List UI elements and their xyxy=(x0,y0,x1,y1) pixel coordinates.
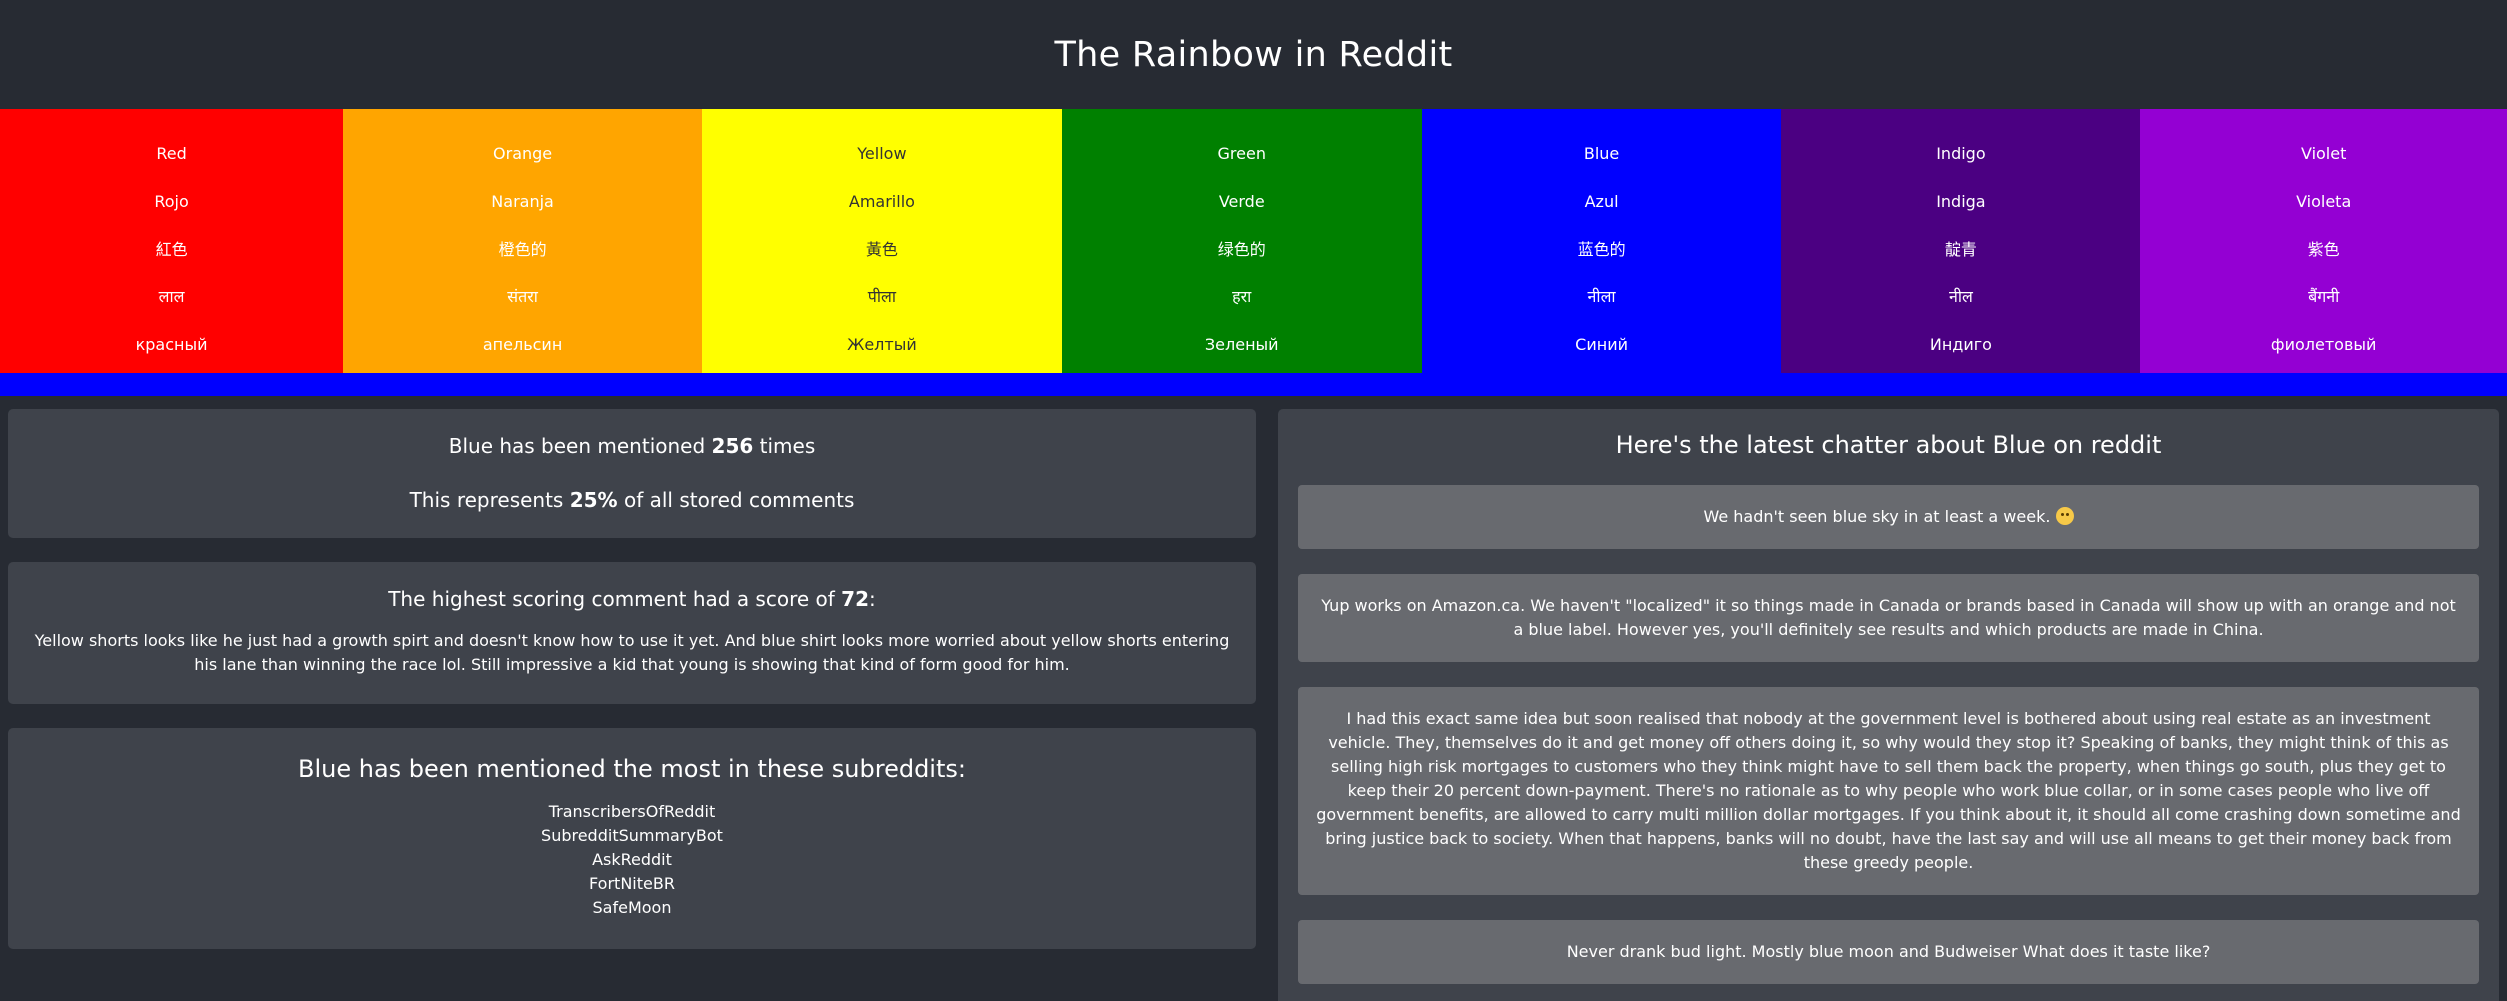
color-name-hindi: नील xyxy=(1948,287,1973,307)
subreddits-card: Blue has been mentioned the most in thes… xyxy=(8,728,1256,949)
color-name-russian: Синий xyxy=(1575,335,1628,355)
chatter-comment: Yup works on Amazon.ca. We haven't "loca… xyxy=(1298,574,2479,662)
score-suffix: : xyxy=(869,587,876,611)
top-comment-text: Yellow shorts looks like he just had a g… xyxy=(34,631,1230,674)
mention-suffix: times xyxy=(753,434,816,458)
color-name-english: Indigo xyxy=(1936,144,1986,163)
mention-stats-card: Blue has been mentioned 256 times This r… xyxy=(8,409,1256,538)
subreddit-item[interactable]: SubredditSummaryBot xyxy=(8,824,1256,848)
color-band-blue[interactable]: Blue Azul 蓝色的 नीला Синий xyxy=(1421,109,1782,373)
color-name-russian: Индиго xyxy=(1929,335,1992,355)
subreddit-item[interactable]: SafeMoon xyxy=(8,896,1256,920)
color-name-hindi: लाल xyxy=(158,287,185,307)
color-name-chinese: 紅色 xyxy=(155,239,188,259)
color-name-hindi: हरा xyxy=(1232,287,1252,307)
mention-count: 256 xyxy=(711,434,754,458)
page-header: The Rainbow in Reddit xyxy=(0,0,2507,109)
color-name-chinese: 绿色的 xyxy=(1217,239,1266,259)
main-content: Blue has been mentioned 256 times This r… xyxy=(0,396,2507,1001)
color-name-english: Yellow xyxy=(857,144,907,163)
rainbow-bar: Red Rojo 紅色 लाल красный Orange Naranja 橙… xyxy=(0,109,2507,373)
color-name-english: Green xyxy=(1217,144,1266,163)
percent-suffix: of all stored comments xyxy=(617,488,855,512)
comment-text: Yup works on Amazon.ca. We haven't "loca… xyxy=(1321,596,2456,639)
color-name-russian: Желтый xyxy=(847,335,917,355)
color-name-hindi: बैंगनी xyxy=(2308,287,2340,307)
mention-prefix: Blue has been mentioned xyxy=(448,434,712,458)
stats-column: Blue has been mentioned 256 times This r… xyxy=(8,409,1256,1001)
chatter-card[interactable]: Here's the latest chatter about Blue on … xyxy=(1278,409,2499,1001)
score-value: 72 xyxy=(841,587,870,611)
color-name-english: Blue xyxy=(1583,144,1620,163)
color-name-hindi: संतरा xyxy=(507,287,538,307)
comment-text: Never drank bud light. Mostly blue moon … xyxy=(1566,942,2211,961)
percent-prefix: This represents xyxy=(409,488,570,512)
color-name-english: Violet xyxy=(2300,144,2347,163)
color-name-russian: Зеленый xyxy=(1204,335,1279,355)
comment-text: We hadn't seen blue sky in at least a we… xyxy=(1703,507,2051,526)
color-name-spanish: Amarillo xyxy=(848,191,915,211)
color-name-chinese: 蓝色的 xyxy=(1577,239,1626,259)
chatter-heading: Here's the latest chatter about Blue on … xyxy=(1615,431,2162,459)
color-name-hindi: पीला xyxy=(867,287,897,307)
chatter-comment: We hadn't seen blue sky in at least a we… xyxy=(1298,485,2479,549)
color-name-hindi: नीला xyxy=(1587,287,1616,307)
subreddit-item[interactable]: AskReddit xyxy=(8,848,1256,872)
color-name-russian: фиолетовый xyxy=(2270,335,2377,355)
mention-count-text: Blue has been mentioned 256 times xyxy=(8,431,1256,461)
color-band-orange[interactable]: Orange Naranja 橙色的 संतरा апельсин xyxy=(343,109,702,373)
color-band-green[interactable]: Green Verde 绿色的 हरा Зеленый xyxy=(1061,109,1422,373)
top-comment-card: The highest scoring comment had a score … xyxy=(8,562,1256,704)
color-band-red[interactable]: Red Rojo 紅色 लाल красный xyxy=(0,109,344,373)
selected-color-bar xyxy=(0,373,2507,396)
subreddit-item[interactable]: FortNiteBR xyxy=(8,872,1256,896)
color-name-spanish: Indiga xyxy=(1936,191,1986,211)
color-name-russian: апельсин xyxy=(482,335,563,355)
subreddit-list: TranscribersOfReddit SubredditSummaryBot… xyxy=(8,800,1256,920)
chatter-column: Here's the latest chatter about Blue on … xyxy=(1278,409,2499,1001)
color-band-yellow[interactable]: Yellow Amarillo 黃色 पीला Желтый xyxy=(702,109,1062,373)
subreddit-item[interactable]: TranscribersOfReddit xyxy=(8,800,1256,824)
percent-text: This represents 25% of all stored commen… xyxy=(8,485,1256,515)
color-name-chinese: 黃色 xyxy=(865,239,898,259)
color-name-spanish: Verde xyxy=(1218,191,1265,211)
color-name-chinese: 紫色 xyxy=(2307,239,2340,259)
chatter-comment: Never drank bud light. Mostly blue moon … xyxy=(1298,920,2479,984)
color-name-spanish: Naranja xyxy=(491,191,554,211)
score-prefix: The highest scoring comment had a score … xyxy=(388,587,842,611)
slightly-frowning-face-icon xyxy=(2055,507,2074,525)
percent-value: 25% xyxy=(569,488,618,512)
color-name-english: Orange xyxy=(493,144,553,163)
color-name-spanish: Violeta xyxy=(2296,191,2352,211)
color-name-spanish: Rojo xyxy=(154,191,189,211)
color-band-violet[interactable]: Violet Violeta 紫色 बैंगनी фиолетовый xyxy=(2140,109,2507,373)
color-name-russian: красный xyxy=(135,335,208,355)
page-title: The Rainbow in Reddit xyxy=(1054,34,1453,75)
subreddits-heading: Blue has been mentioned the most in thes… xyxy=(298,755,966,783)
comment-text: I had this exact same idea but soon real… xyxy=(1316,709,2461,872)
top-comment-heading: The highest scoring comment had a score … xyxy=(26,584,1238,614)
chatter-comment: I had this exact same idea but soon real… xyxy=(1298,687,2479,895)
color-name-chinese: 靛青 xyxy=(1944,239,1977,259)
color-band-indigo[interactable]: Indigo Indiga 靛青 नील Индиго xyxy=(1781,109,2141,373)
color-name-chinese: 橙色的 xyxy=(498,239,547,259)
color-name-spanish: Azul xyxy=(1584,191,1619,211)
color-name-english: Red xyxy=(156,144,187,163)
